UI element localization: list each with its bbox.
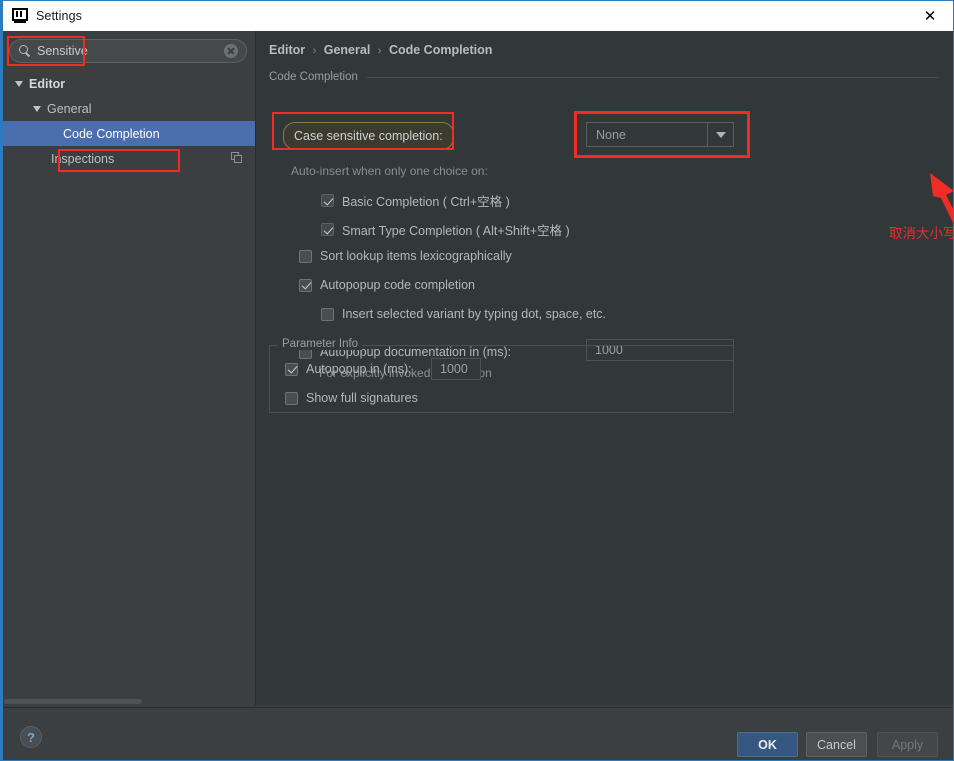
checkbox-sort-lookup-items[interactable]: Sort lookup items lexicographically [299, 249, 512, 263]
apply-button[interactable]: Apply [877, 732, 938, 757]
search-input[interactable]: Sensitive [9, 39, 247, 63]
checkbox-show-full-signatures[interactable]: Show full signatures [285, 391, 418, 405]
search-icon [19, 45, 32, 58]
dropdown-selected-value: None [587, 128, 707, 142]
sidebar-item-label: Inspections [51, 152, 114, 166]
chevron-down-icon [33, 106, 41, 112]
case-sensitive-label-text: Case sensitive completion: [294, 129, 443, 143]
dialog-footer: ? OK Cancel Apply [3, 708, 953, 760]
input-value: 1000 [440, 362, 468, 376]
title-bar: Settings ✕ [3, 1, 953, 31]
checkbox-icon[interactable] [321, 308, 334, 321]
sidebar-horizontal-scrollbar[interactable] [3, 698, 255, 705]
checkbox-autopopup-code-completion[interactable]: Autopopup code completion [299, 278, 475, 292]
parameter-info-group: Parameter Info Autopopup in (ms): 1000 S… [269, 345, 734, 413]
annotation-text: 取消大小写敏感,让代码提示更丰富齐全. [889, 222, 954, 242]
checkbox-parameter-autopopup[interactable]: Autopopup in (ms): [285, 362, 412, 376]
code-completion-group: Code Completion Case sensitive completio… [269, 78, 939, 368]
breadcrumb-item-general[interactable]: General [324, 43, 371, 57]
checkbox-label: Basic Completion ( Ctrl+空格 ) [342, 191, 510, 210]
case-sensitive-completion-label: Case sensitive completion: [283, 122, 454, 150]
dropdown-button[interactable] [707, 123, 733, 146]
search-input-value: Sensitive [37, 44, 224, 58]
checkbox-icon[interactable] [321, 194, 334, 207]
clear-icon[interactable] [224, 44, 238, 58]
checkbox-label: Smart Type Completion ( Alt+Shift+空格 ) [342, 220, 570, 239]
checkbox-icon[interactable] [299, 279, 312, 292]
intellij-idea-icon [12, 8, 28, 24]
breadcrumb-item-code-completion: Code Completion [389, 43, 492, 57]
group-title: Code Completion [269, 71, 363, 83]
sidebar-item-inspections[interactable]: Inspections [3, 146, 255, 171]
checkbox-label: Autopopup code completion [320, 278, 475, 292]
settings-sidebar: Sensitive Editor General Code Completion… [3, 31, 255, 705]
sidebar-item-label: General [47, 102, 91, 116]
sidebar-item-code-completion[interactable]: Code Completion [3, 121, 255, 146]
breadcrumb: Editor › General › Code Completion [269, 43, 492, 57]
sidebar-item-general[interactable]: General [3, 96, 255, 121]
checkbox-label: Insert selected variant by typing dot, s… [342, 307, 606, 321]
breadcrumb-separator: › [313, 45, 317, 57]
cancel-button[interactable]: Cancel [806, 732, 867, 757]
checkbox-icon[interactable] [299, 250, 312, 263]
copy-icon[interactable] [231, 152, 243, 164]
auto-insert-label: Auto-insert when only one choice on: [291, 164, 488, 178]
chevron-down-icon [15, 81, 23, 87]
group-title: Parameter Info [278, 338, 362, 350]
checkbox-icon[interactable] [285, 363, 298, 376]
group-divider-line [367, 77, 939, 78]
sidebar-item-editor[interactable]: Editor [3, 71, 255, 96]
breadcrumb-separator: › [378, 45, 382, 57]
checkbox-label: Autopopup in (ms): [306, 362, 412, 376]
parameter-autopopup-input[interactable]: 1000 [431, 358, 481, 380]
settings-dialog: Settings ✕ Sensitive Editor General [0, 0, 954, 761]
help-icon[interactable]: ? [20, 726, 42, 748]
checkbox-basic-completion[interactable]: Basic Completion ( Ctrl+空格 ) [321, 191, 510, 210]
sidebar-item-label: Editor [29, 77, 65, 91]
search-field-wrapper: Sensitive [9, 39, 247, 63]
ok-button[interactable]: OK [737, 732, 798, 757]
chevron-down-icon [716, 132, 726, 138]
checkbox-icon[interactable] [285, 392, 298, 405]
breadcrumb-item-editor[interactable]: Editor [269, 43, 305, 57]
checkbox-icon[interactable] [321, 223, 334, 236]
window-title: Settings [36, 9, 82, 23]
settings-content-panel: Editor › General › Code Completion Code … [256, 31, 953, 705]
close-icon[interactable]: ✕ [907, 1, 953, 31]
case-sensitive-completion-dropdown[interactable]: None [586, 122, 734, 147]
scrollbar-thumb[interactable] [4, 699, 142, 704]
checkbox-insert-selected-variant[interactable]: Insert selected variant by typing dot, s… [321, 307, 606, 321]
sidebar-item-label: Code Completion [63, 127, 160, 141]
checkbox-label: Sort lookup items lexicographically [320, 249, 512, 263]
checkbox-label: Show full signatures [306, 391, 418, 405]
checkbox-smart-type-completion[interactable]: Smart Type Completion ( Alt+Shift+空格 ) [321, 220, 570, 239]
settings-tree: Editor General Code Completion Inspectio… [3, 71, 255, 171]
